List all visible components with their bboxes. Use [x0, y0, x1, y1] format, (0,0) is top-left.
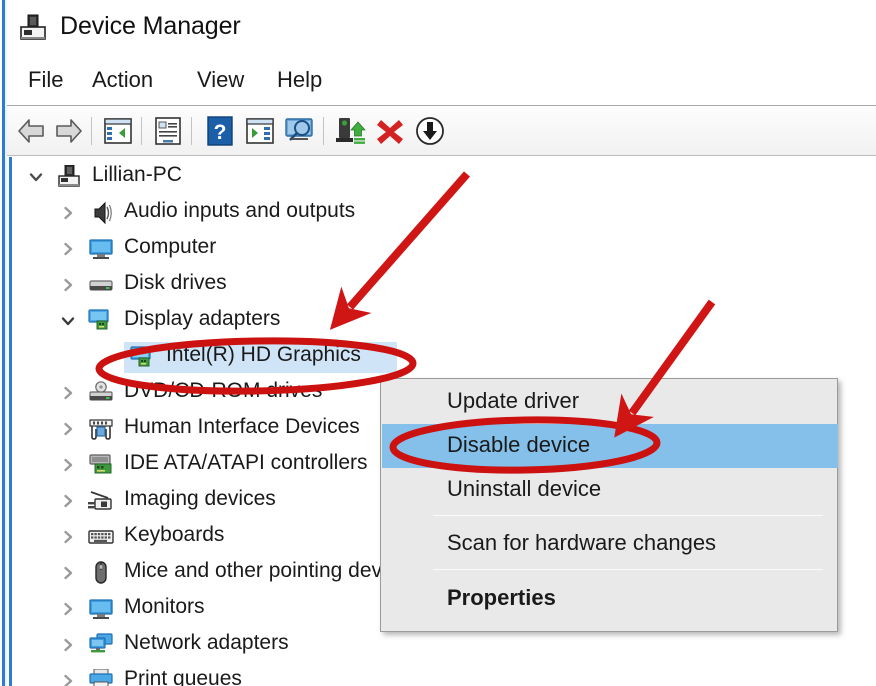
- chevron-down-icon[interactable]: [28, 169, 44, 185]
- tree-item-label: Disk drives: [124, 271, 227, 294]
- tree-item-label: Keyboards: [124, 523, 225, 546]
- chevron-right-icon[interactable]: [60, 529, 76, 545]
- context-menu-separator: [433, 515, 823, 516]
- toolbar-separator: [191, 117, 192, 145]
- chevron-right-icon[interactable]: [60, 205, 76, 221]
- printer-icon: [88, 668, 114, 686]
- menu-item-view[interactable]: View: [197, 67, 244, 93]
- context-menu-item-scan-for-hardware-changes[interactable]: Scan for hardware changes: [382, 522, 838, 566]
- disable-device-button[interactable]: [413, 114, 447, 148]
- action-pane-button[interactable]: [243, 114, 277, 148]
- context-menu-item-label: Scan for hardware changes: [447, 530, 717, 555]
- chevron-right-icon[interactable]: [60, 277, 76, 293]
- context-menu-item-properties[interactable]: Properties: [382, 577, 838, 621]
- back-button[interactable]: [15, 114, 49, 148]
- tree-item-label: IDE ATA/ATAPI controllers: [124, 451, 368, 474]
- keyboard-icon: [88, 525, 114, 549]
- console-tree-button[interactable]: [101, 114, 135, 148]
- uninstall-device-button[interactable]: [373, 114, 407, 148]
- context-menu-item-update-driver[interactable]: Update driver: [382, 380, 838, 424]
- menu-item-action[interactable]: Action: [92, 67, 153, 93]
- context-menu-item-label: Update driver: [447, 388, 580, 413]
- ide-controller-icon: [88, 453, 114, 477]
- tree-item-label: Display adapters: [124, 307, 281, 330]
- speaker-icon: [88, 201, 114, 225]
- chevron-right-icon[interactable]: [60, 673, 76, 686]
- display-adapter-icon: [88, 309, 114, 333]
- tree-item-label: Computer: [124, 235, 217, 258]
- chevron-right-icon[interactable]: [60, 637, 76, 653]
- menu-item-file[interactable]: File: [28, 67, 63, 93]
- tree-item-label: Network adapters: [124, 631, 289, 654]
- mouse-icon: [88, 561, 114, 585]
- tree-item-label: Imaging devices: [124, 487, 276, 510]
- scan-hardware-changes-button[interactable]: [283, 114, 317, 148]
- display-adapter-icon: [130, 345, 156, 369]
- svg-text:?: ?: [214, 121, 227, 144]
- tree-item-label: Lillian-PC: [92, 163, 182, 186]
- menu-item-help[interactable]: Help: [277, 67, 322, 93]
- chevron-right-icon[interactable]: [60, 241, 76, 257]
- context-menu-item-label: Disable device: [447, 432, 591, 457]
- toolbar-separator: [323, 117, 324, 145]
- chevron-right-icon[interactable]: [60, 601, 76, 617]
- properties-button[interactable]: [151, 114, 185, 148]
- update-driver-button[interactable]: [333, 114, 367, 148]
- device-manager-icon: [18, 14, 48, 42]
- context-menu-item-label: Uninstall device: [447, 476, 602, 501]
- tree-item-label: Audio inputs and outputs: [124, 199, 356, 222]
- context-menu-item-label: Properties: [447, 585, 556, 610]
- network-adapter-icon: [88, 633, 114, 657]
- context-menu-item-disable-device[interactable]: Disable device: [382, 424, 838, 468]
- disk-drive-icon: [88, 273, 114, 297]
- tree-item-label: Human Interface Devices: [124, 415, 360, 438]
- chevron-right-icon[interactable]: [60, 385, 76, 401]
- toolbar-separator: [91, 117, 92, 145]
- monitor-icon: [88, 237, 114, 261]
- toolbar-separator: [141, 117, 142, 145]
- context-menu-separator: [433, 569, 823, 570]
- chevron-right-icon[interactable]: [60, 493, 76, 509]
- page-title: Device Manager: [60, 12, 241, 40]
- chevron-right-icon[interactable]: [60, 457, 76, 473]
- monitor-icon: [88, 597, 114, 621]
- chevron-right-icon[interactable]: [60, 565, 76, 581]
- forward-button[interactable]: [51, 114, 85, 148]
- computer-device-icon: [56, 164, 82, 189]
- tree-item-label: Intel(R) HD Graphics: [166, 343, 361, 366]
- toolbar: ?: [7, 106, 876, 156]
- menu-bar: File Action View Help: [7, 57, 876, 106]
- dvd-drive-icon: [88, 381, 114, 405]
- context-menu-item-uninstall-device[interactable]: Uninstall device: [382, 468, 838, 512]
- tree-item-label: DVD/CD-ROM drives: [124, 379, 323, 402]
- title-bar: Device Manager: [7, 0, 876, 57]
- device-manager-window: Device Manager File Action View Help ? L…: [0, 0, 876, 686]
- hid-icon: [88, 417, 114, 441]
- tree-item-label: Print queues: [124, 667, 242, 686]
- help-button[interactable]: ?: [203, 114, 237, 148]
- tree-item-label: Mice and other pointing devices: [124, 559, 420, 582]
- camera-icon: [88, 489, 114, 513]
- tree-item-label: Monitors: [124, 595, 205, 618]
- chevron-down-icon[interactable]: [60, 313, 76, 329]
- context-menu: Update driver Disable device Uninstall d…: [380, 378, 838, 632]
- chevron-right-icon[interactable]: [60, 421, 76, 437]
